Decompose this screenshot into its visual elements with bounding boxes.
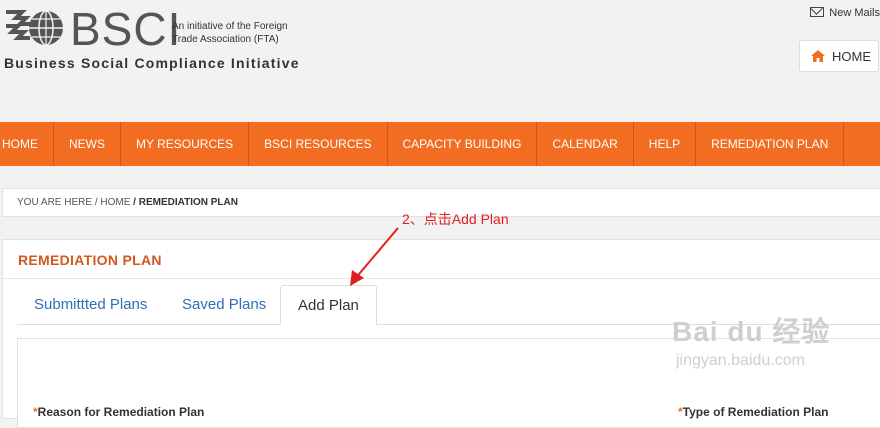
home-icon	[811, 50, 825, 62]
breadcrumb-home-link[interactable]: HOME	[100, 197, 130, 208]
nav-item-bsci-resources[interactable]: BSCI RESOURCES	[249, 122, 388, 166]
logo-wordmark: BSCI	[70, 3, 182, 55]
logo-subtitle: An initiative of the Foreign Trade Assoc…	[172, 20, 288, 46]
watermark-main: Bai du 经验	[672, 316, 831, 347]
reason-field-label: *Reason for Remediation Plan	[33, 405, 205, 419]
nav-item-help[interactable]: HELP	[634, 122, 697, 166]
breadcrumb-prefix: YOU ARE HERE	[17, 197, 93, 208]
new-mails-link[interactable]: New Mails	[810, 7, 880, 19]
nav-item-home[interactable]: HOME	[0, 122, 54, 166]
home-button[interactable]: HOME	[799, 40, 879, 72]
tab-saved-plans[interactable]: Saved Plans	[165, 285, 283, 324]
nav-item-calendar[interactable]: CALENDAR	[537, 122, 634, 166]
logo-subtitle-line2: Trade Association (FTA)	[172, 34, 279, 45]
panel-title: REMEDIATION PLAN	[18, 252, 162, 268]
bsci-globe-hands-icon	[6, 10, 63, 46]
logo-subtitle-line1: An initiative of the Foreign	[172, 21, 288, 32]
annotation-arrow-icon	[350, 227, 399, 286]
baidu-watermark: Bai du 经验 jingyan.baidu.com	[672, 310, 830, 370]
nav-item-capacity-building[interactable]: CAPACITY BUILDING	[388, 122, 538, 166]
logo-tagline: Business Social Compliance Initiative	[4, 55, 300, 71]
breadcrumb-current: REMEDIATION PLAN	[138, 197, 238, 208]
nav-item-my-resources[interactable]: MY RESOURCES	[121, 122, 250, 166]
watermark-sub: jingyan.baidu.com	[676, 352, 805, 369]
panel-divider	[3, 278, 880, 279]
nav-item-news[interactable]: NEWS	[54, 122, 121, 166]
home-button-label: HOME	[832, 48, 871, 64]
type-field-label: *Type of Remediation Plan	[678, 405, 829, 419]
tab-submitted-plans[interactable]: Submittted Plans	[17, 285, 164, 324]
mail-icon	[810, 7, 825, 17]
bsci-logo[interactable]: BSCI An initiative of the Foreign Trade …	[2, 2, 302, 72]
annotation-text: 2、点击Add Plan	[402, 211, 509, 227]
new-mails-label: New Mails	[829, 7, 880, 19]
main-nav: HOME NEWS MY RESOURCES BSCI RESOURCES CA…	[0, 122, 880, 166]
nav-item-remediation-plan[interactable]: REMEDIATION PLAN	[696, 122, 845, 166]
